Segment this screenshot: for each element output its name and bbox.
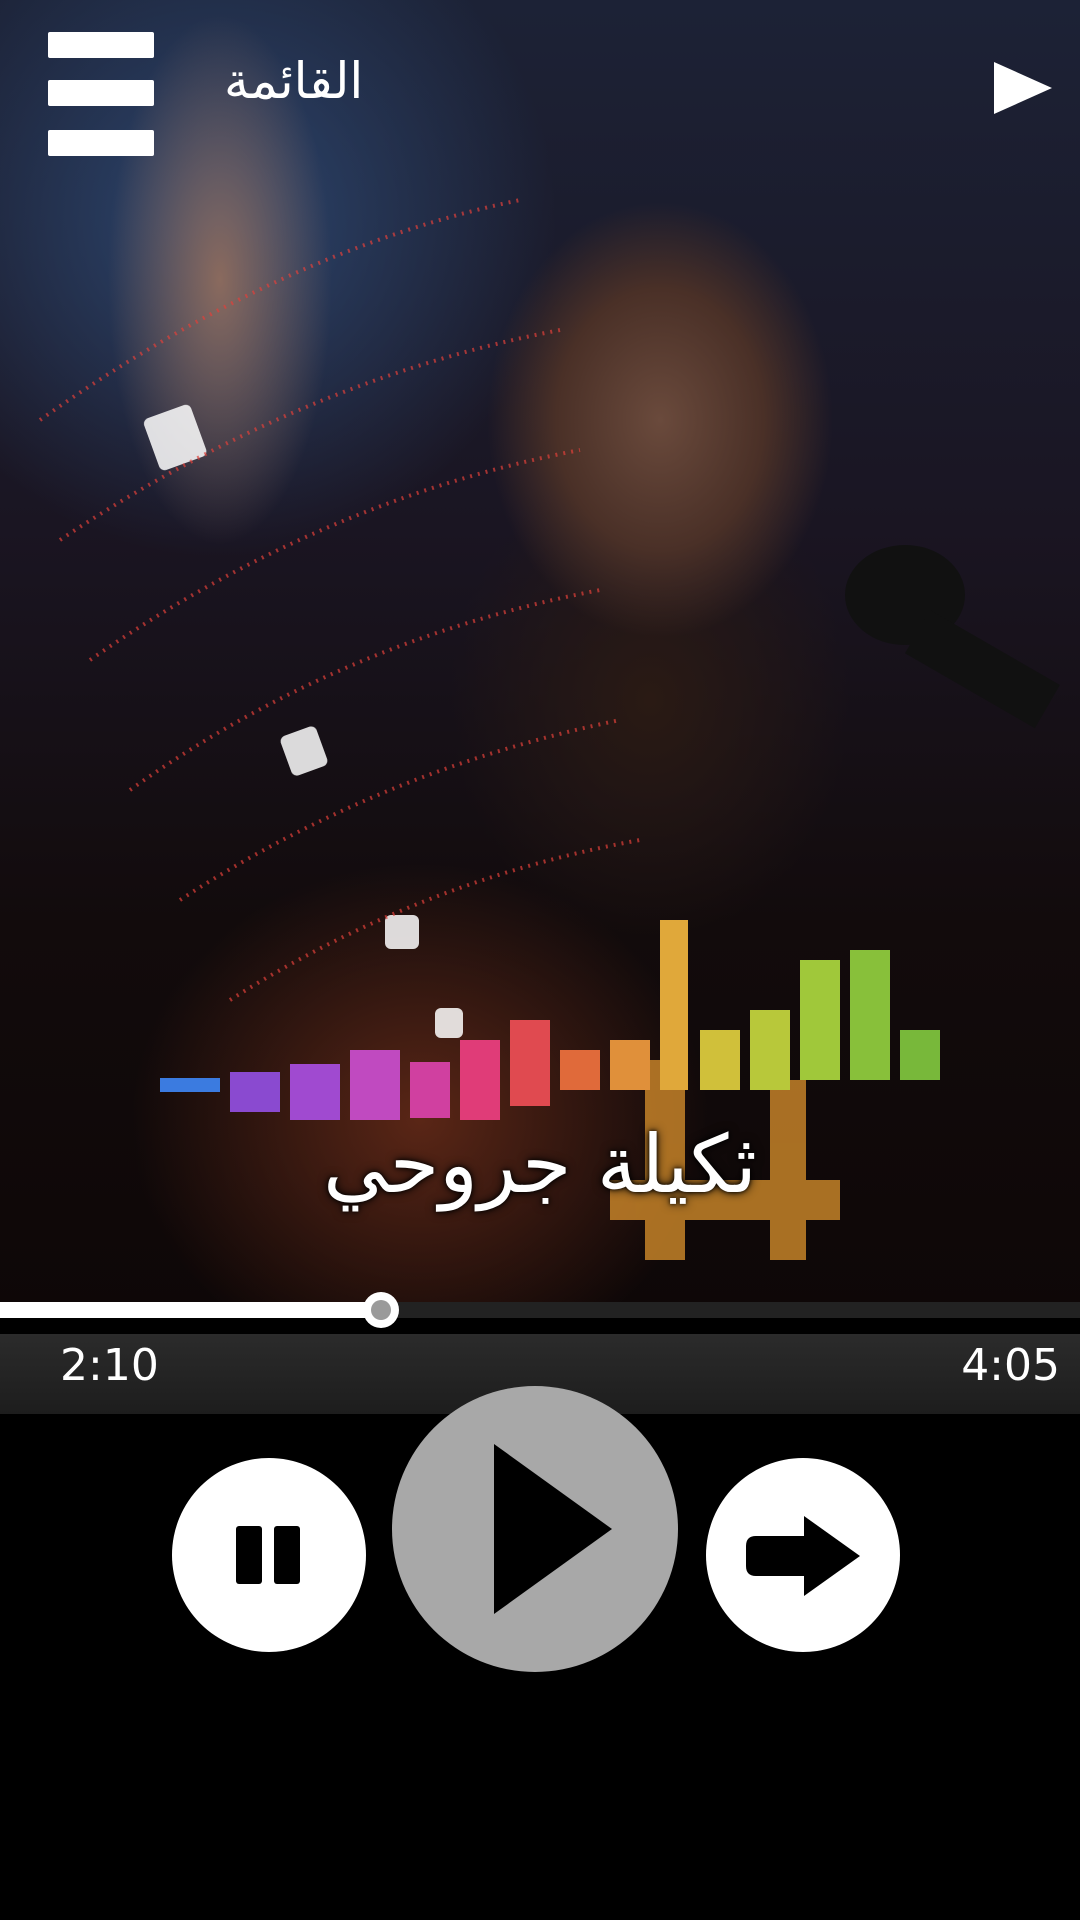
hamburger-icon-bar	[48, 130, 154, 156]
pause-icon	[274, 1526, 300, 1584]
pause-icon	[236, 1526, 262, 1584]
next-button[interactable]	[706, 1458, 900, 1652]
play-button[interactable]	[392, 1386, 678, 1672]
hamburger-icon-bar	[48, 80, 154, 106]
seek-bar[interactable]	[0, 1292, 1080, 1328]
elapsed-time: 2:10	[60, 1340, 159, 1391]
play-icon	[494, 1444, 612, 1614]
menu-button[interactable]	[48, 30, 154, 158]
seek-bar-progress	[0, 1302, 382, 1318]
total-duration: 4:05	[961, 1340, 1060, 1391]
track-title: ثكيلة جروحي	[323, 1118, 757, 1211]
arrow-right-icon	[746, 1516, 860, 1596]
seek-bar-thumb[interactable]	[363, 1292, 400, 1328]
pause-button[interactable]	[172, 1458, 366, 1652]
hamburger-icon-bar	[48, 32, 154, 58]
menu-label[interactable]: القائمة	[224, 52, 363, 110]
header-play-icon[interactable]	[994, 62, 1052, 114]
